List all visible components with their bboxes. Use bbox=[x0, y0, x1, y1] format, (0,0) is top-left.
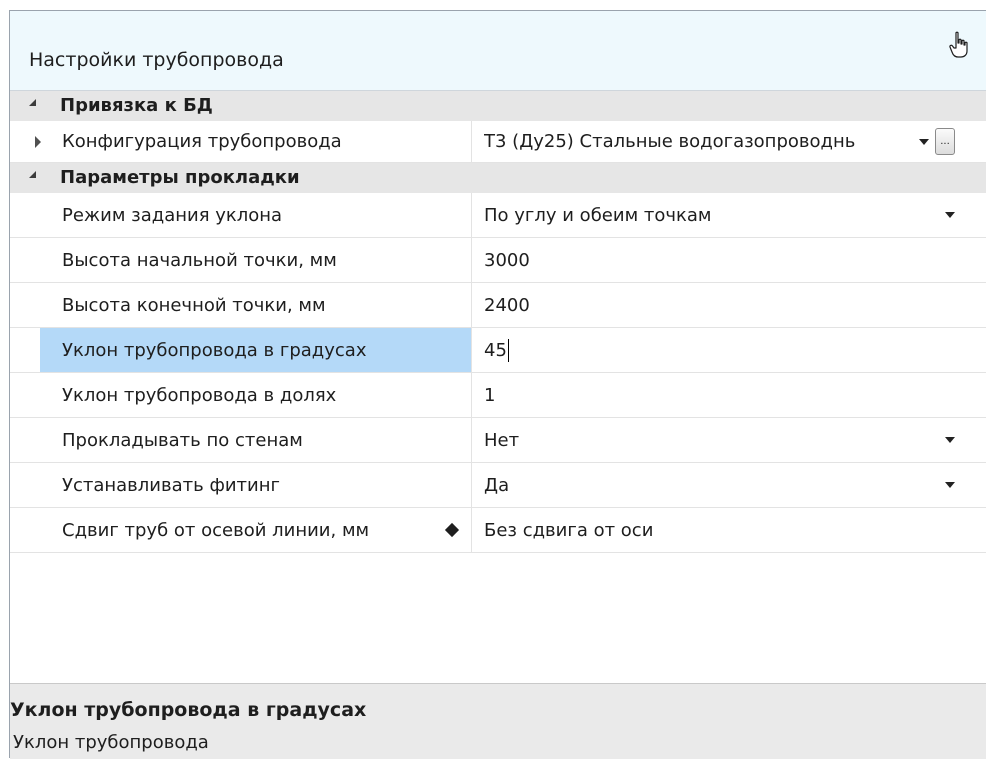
property-name-label: Прокладывать по стенам bbox=[62, 429, 303, 451]
property-name-label: Уклон трубопровода в долях bbox=[62, 384, 337, 406]
property-name[interactable]: Режим задания уклона bbox=[40, 193, 472, 237]
description-panel: Уклон трубопровода в градусах Уклон труб… bbox=[10, 683, 986, 759]
category-label: Параметры прокладки bbox=[60, 167, 300, 188]
property-name[interactable]: Устанавливать фитинг bbox=[40, 463, 472, 507]
window-titlebar: Настройки трубопровода bbox=[10, 11, 986, 91]
property-row[interactable]: Сдвиг труб от осевой линии, мм Без сдвига… bbox=[10, 508, 986, 553]
property-value-text: 2400 bbox=[484, 294, 530, 316]
category-header[interactable]: Параметры прокладки bbox=[10, 163, 986, 193]
property-value-text: Т3 (Ду25) Стальные водогазопроводнь bbox=[484, 131, 856, 152]
property-value-editor[interactable]: 45 bbox=[484, 328, 509, 372]
property-name[interactable]: Конфигурация трубопровода bbox=[40, 121, 472, 162]
dropdown-arrow-icon[interactable] bbox=[945, 482, 955, 488]
property-value[interactable]: Без сдвига от оси bbox=[484, 508, 653, 552]
property-grid: Привязка к БД Конфигурация трубопровода Т3… bbox=[10, 91, 986, 553]
property-name-label: Высота начальной точки, мм bbox=[62, 249, 337, 271]
property-value-text: Да bbox=[484, 474, 510, 496]
property-value[interactable]: 1 bbox=[484, 373, 495, 417]
property-value-text: 45 bbox=[484, 339, 507, 361]
property-name-label: Уклон трубопровода в градусах bbox=[62, 339, 367, 361]
property-value[interactable]: 3000 bbox=[484, 238, 530, 282]
pointer-hand-icon bbox=[948, 31, 970, 59]
property-row[interactable]: Уклон трубопровода в градусах 45 bbox=[10, 328, 986, 373]
property-value-text: Нет bbox=[484, 429, 520, 451]
property-value[interactable]: 2400 bbox=[484, 283, 530, 327]
description-title: Уклон трубопровода в градусах bbox=[10, 699, 367, 721]
property-name[interactable]: Уклон трубопровода в градусах bbox=[40, 328, 472, 372]
property-value-text: Без сдвига от оси bbox=[484, 519, 654, 541]
property-name-label: Конфигурация трубопровода bbox=[62, 131, 342, 152]
property-value[interactable]: Да bbox=[484, 463, 509, 507]
property-name[interactable]: Уклон трубопровода в долях bbox=[40, 373, 472, 417]
property-row[interactable]: Устанавливать фитинг Да bbox=[10, 463, 986, 508]
category-label: Привязка к БД bbox=[60, 95, 213, 116]
property-name[interactable]: Сдвиг труб от осевой линии, мм bbox=[40, 508, 472, 552]
property-value-text: 3000 bbox=[484, 249, 530, 271]
collapse-triangle-icon[interactable] bbox=[29, 99, 36, 106]
property-name-label: Режим задания уклона bbox=[62, 204, 283, 226]
dropdown-arrow-icon[interactable] bbox=[945, 212, 955, 218]
ellipsis-button[interactable]: ... bbox=[935, 128, 955, 155]
property-value-text: 1 bbox=[484, 384, 496, 406]
property-value[interactable]: Т3 (Ду25) Стальные водогазопроводнь bbox=[484, 121, 916, 162]
property-value-text: По углу и обеим точкам bbox=[484, 204, 712, 226]
collapse-triangle-icon[interactable] bbox=[29, 171, 36, 178]
window-title: Настройки трубопровода bbox=[29, 49, 284, 71]
description-text: Уклон трубопровода bbox=[13, 732, 209, 753]
property-name[interactable]: Прокладывать по стенам bbox=[40, 418, 472, 462]
dropdown-arrow-icon[interactable] bbox=[945, 437, 955, 443]
dropdown-arrow-icon[interactable] bbox=[919, 138, 929, 145]
category-header[interactable]: Привязка к БД bbox=[10, 91, 986, 121]
property-row[interactable]: Прокладывать по стенам Нет bbox=[10, 418, 986, 463]
pipeline-settings-window: Настройки трубопровода Привязка к БД Конф… bbox=[9, 10, 986, 759]
property-row[interactable]: Высота конечной точки, мм 2400 bbox=[10, 283, 986, 328]
property-name-label: Сдвиг труб от осевой линии, мм bbox=[62, 519, 370, 541]
property-name[interactable]: Высота конечной точки, мм bbox=[40, 283, 472, 327]
property-row[interactable]: Высота начальной точки, мм 3000 bbox=[10, 238, 986, 283]
text-caret bbox=[507, 338, 509, 362]
property-name-label: Устанавливать фитинг bbox=[62, 474, 280, 496]
property-row[interactable]: Режим задания уклона По углу и обеим точк… bbox=[10, 193, 986, 238]
property-name[interactable]: Высота начальной точки, мм bbox=[40, 238, 472, 282]
property-value[interactable]: Нет bbox=[484, 418, 519, 462]
property-value[interactable]: По углу и обеим точкам bbox=[484, 193, 711, 237]
property-name-label: Высота конечной точки, мм bbox=[62, 294, 326, 316]
property-row[interactable]: Уклон трубопровода в долях 1 bbox=[10, 373, 986, 418]
property-row[interactable]: Конфигурация трубопровода Т3 (Ду25) Сталь… bbox=[10, 121, 986, 163]
